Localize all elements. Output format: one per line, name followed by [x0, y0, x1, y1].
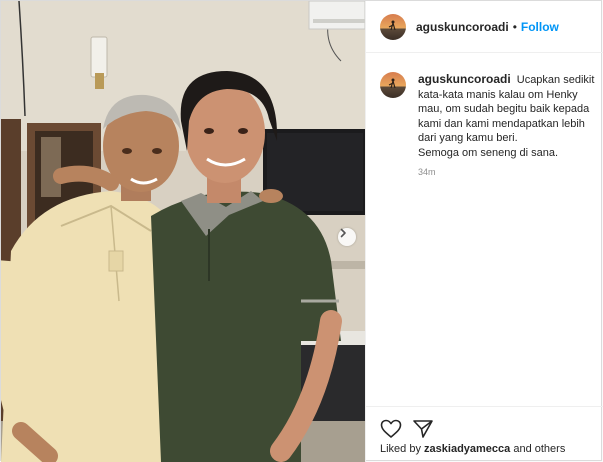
- caption-avatar[interactable]: [380, 72, 406, 98]
- caption-line: kami dan kami mendapatkan lebih: [418, 117, 585, 130]
- avatar[interactable]: [380, 13, 406, 40]
- username-link[interactable]: aguskuncoroadi: [416, 20, 509, 34]
- like-button[interactable]: [380, 419, 402, 439]
- avatar-image: [388, 20, 396, 30]
- post-photo[interactable]: [1, 1, 365, 462]
- caption-line: Ucapkan sedikit: [516, 74, 595, 86]
- photo-illustration: [1, 1, 365, 462]
- share-button[interactable]: [412, 419, 434, 439]
- paper-plane-icon: [413, 420, 433, 438]
- caption-line: mau, om sudah begitu baik kepada: [418, 103, 590, 116]
- caption: aguskuncoroadi Ucapkan sedikit kata-kata…: [380, 72, 598, 161]
- chevron-right-icon: [340, 228, 346, 238]
- liked-prefix: Liked by: [380, 443, 421, 455]
- liked-suffix[interactable]: and others: [513, 443, 565, 455]
- next-photo-button[interactable]: [338, 228, 356, 246]
- post-sidebar: aguskuncoroadi • Follow aguskuncoroadi U…: [365, 1, 603, 462]
- post-actions: Liked by zaskiadyamecca and others: [366, 406, 603, 462]
- post-header: aguskuncoroadi • Follow: [366, 1, 603, 53]
- avatar-image: [388, 78, 396, 89]
- caption-username[interactable]: aguskuncoroadi: [418, 72, 511, 86]
- heart-icon: [380, 419, 402, 438]
- liked-by: Liked by zaskiadyamecca and others: [380, 443, 565, 455]
- instagram-post: aguskuncoroadi • Follow aguskuncoroadi U…: [0, 0, 603, 462]
- separator-dot: •: [512, 19, 517, 34]
- liked-user-link[interactable]: zaskiadyamecca: [424, 443, 510, 455]
- caption-text: aguskuncoroadi Ucapkan sedikit kata-kata…: [418, 72, 596, 161]
- caption-line: kata-kata manis kalau om Henky: [418, 88, 578, 101]
- caption-line: Semoga om seneng di sana.: [418, 146, 559, 159]
- post-time[interactable]: 34m: [418, 167, 436, 177]
- caption-line: dari yang kamu beri.: [418, 132, 518, 145]
- follow-button[interactable]: Follow: [521, 20, 559, 34]
